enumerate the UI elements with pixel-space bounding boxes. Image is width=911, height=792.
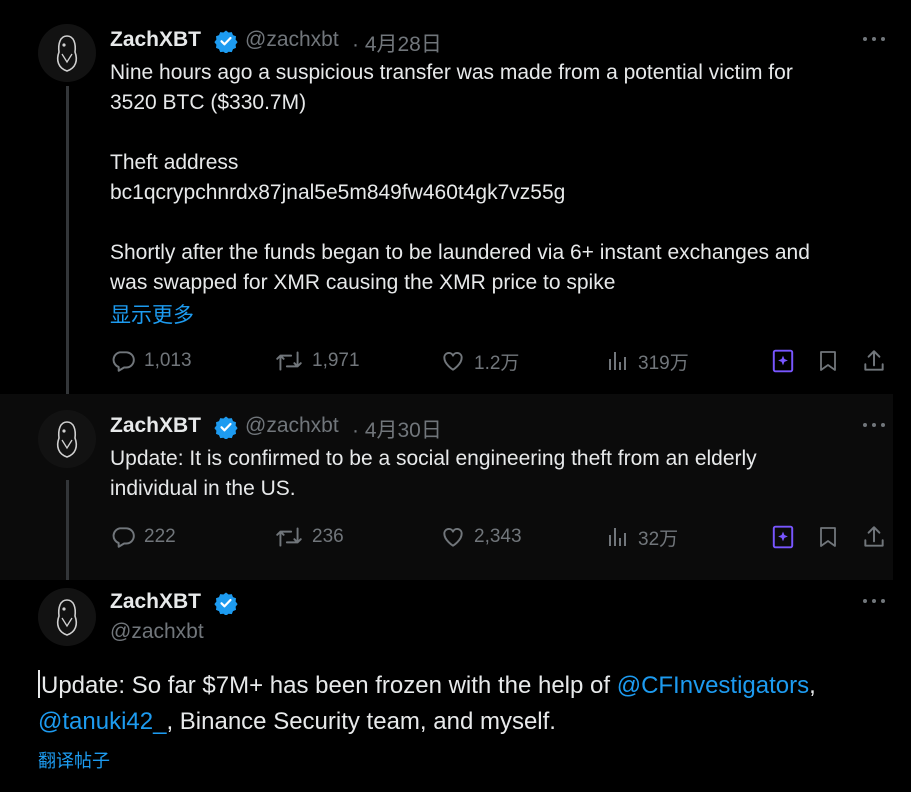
mention-tanuki42[interactable]: @tanuki42_ xyxy=(38,708,166,735)
author-handle[interactable]: @zachxbt xyxy=(245,414,339,438)
avatar[interactable] xyxy=(38,410,96,468)
reply-count: 222 xyxy=(144,526,176,547)
views-icon xyxy=(609,352,626,370)
repost-icon xyxy=(276,527,302,547)
avatar[interactable] xyxy=(38,588,96,646)
thread-connector xyxy=(66,480,69,580)
like-button[interactable]: 2,343 xyxy=(440,522,522,552)
grok-icon[interactable] xyxy=(770,348,796,374)
more-icon[interactable] xyxy=(860,590,890,612)
tweet-date[interactable]: · 4月28日 xyxy=(352,28,442,58)
share-icon[interactable] xyxy=(861,348,887,374)
views-button[interactable]: 319万 xyxy=(606,346,689,376)
repost-count: 1,971 xyxy=(312,350,360,371)
tweet-actions: 222 236 2,343 32万 xyxy=(110,522,890,552)
tweet-text-prefix: Update: So far $7M+ has been frozen with… xyxy=(41,672,617,699)
more-icon[interactable] xyxy=(860,28,890,50)
show-more-link[interactable]: 显示更多 xyxy=(110,299,194,329)
author-name[interactable]: ZachXBT xyxy=(110,414,201,438)
tweet-text-suffix: , Binance Security team, and myself. xyxy=(166,708,556,735)
reply-button[interactable]: 1,013 xyxy=(110,346,192,376)
repost-button[interactable]: 1,971 xyxy=(274,346,360,376)
views-count: 319万 xyxy=(638,352,689,374)
grok-icon[interactable] xyxy=(770,524,796,550)
author-handle[interactable]: @zachxbt xyxy=(110,620,204,644)
verified-icon xyxy=(214,592,238,615)
tweet-3-main[interactable]: ZachXBT @zachxbt Update: So far $7M+ has… xyxy=(0,580,893,792)
more-icon[interactable] xyxy=(860,414,890,436)
avatar[interactable] xyxy=(38,24,96,82)
repost-button[interactable]: 236 xyxy=(274,522,344,552)
like-icon xyxy=(443,528,463,547)
tweet-text-mid: , xyxy=(809,672,816,699)
reply-button[interactable]: 222 xyxy=(110,522,176,552)
views-count: 32万 xyxy=(638,528,679,550)
tweet-text: Update: So far $7M+ has been frozen with… xyxy=(38,668,888,740)
views-icon xyxy=(609,528,626,546)
tweet-text: Nine hours ago a suspicious transfer was… xyxy=(110,61,810,294)
verified-icon xyxy=(214,416,238,439)
text-cursor xyxy=(38,670,40,698)
mention-cfinvestigators[interactable]: @CFInvestigators xyxy=(617,672,809,699)
repost-icon xyxy=(276,351,302,371)
reply-icon xyxy=(112,527,135,548)
tweet-2[interactable]: ZachXBT @zachxbt · 4月30日 Update: It is c… xyxy=(0,394,893,580)
author-handle[interactable]: @zachxbt xyxy=(245,28,339,52)
author-name[interactable]: ZachXBT xyxy=(110,590,201,614)
bookmark-icon[interactable] xyxy=(816,348,840,374)
reply-icon xyxy=(112,351,135,372)
tweet-actions: 1,013 1,971 1.2万 319万 xyxy=(110,346,890,376)
tweet-text: Update: It is confirmed to be a social e… xyxy=(110,447,757,500)
like-icon xyxy=(443,352,463,371)
tweet-date[interactable]: · 4月30日 xyxy=(352,414,442,444)
share-icon[interactable] xyxy=(861,524,887,550)
reply-count: 1,013 xyxy=(144,350,192,371)
tweet-1[interactable]: ZachXBT @zachxbt · 4月28日 Nine hours ago … xyxy=(0,0,893,394)
like-count: 1.2万 xyxy=(474,352,520,374)
translate-post-link[interactable]: 翻译帖子 xyxy=(38,747,110,773)
bookmark-icon[interactable] xyxy=(816,524,840,550)
like-button[interactable]: 1.2万 xyxy=(440,346,519,376)
repost-count: 236 xyxy=(312,526,344,547)
thread-connector xyxy=(66,86,69,394)
views-button[interactable]: 32万 xyxy=(606,522,678,552)
verified-icon xyxy=(214,30,238,53)
author-name[interactable]: ZachXBT xyxy=(110,28,201,52)
like-count: 2,343 xyxy=(474,526,522,547)
